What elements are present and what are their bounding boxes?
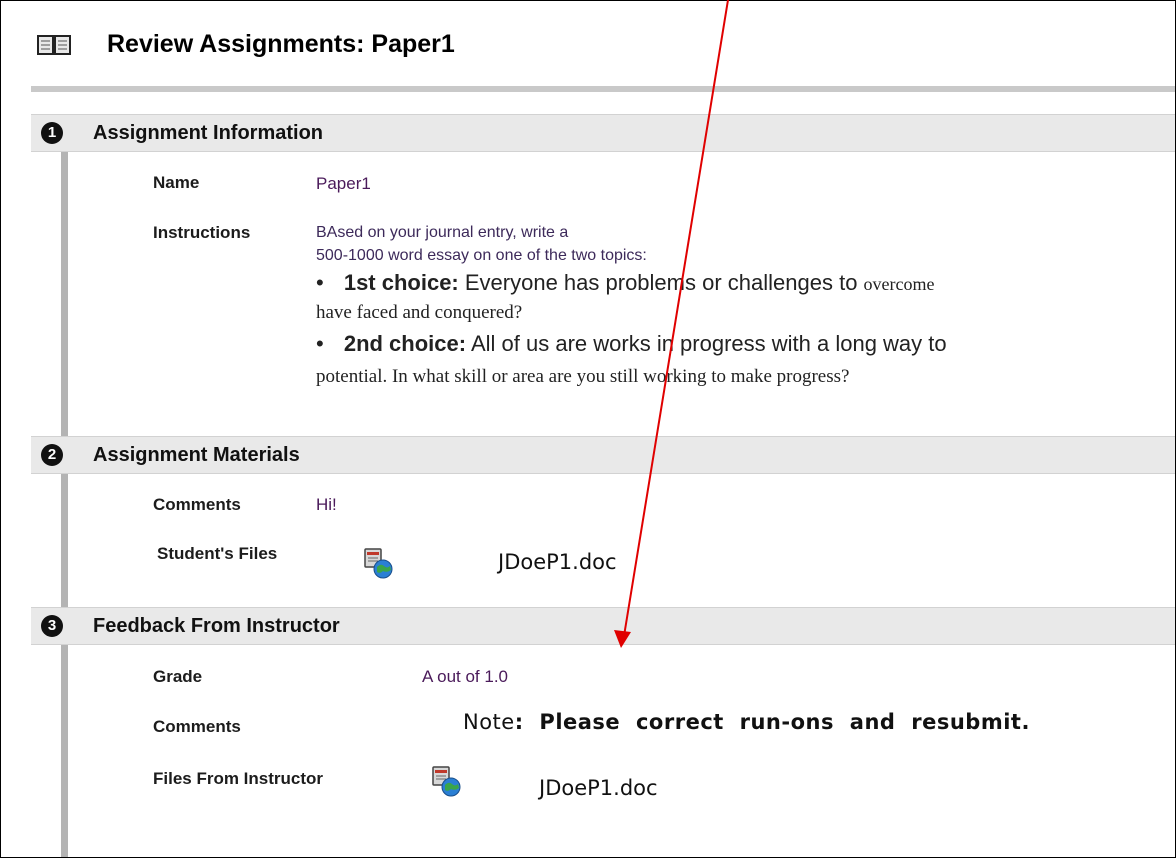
choice-1-title: 1st choice: (343, 270, 459, 295)
section-header-feedback: 3 Feedback From Instructor (31, 607, 1175, 645)
document-globe-icon[interactable] (363, 547, 393, 579)
choice-2-line: • 2nd choice: All of us are works in pro… (316, 331, 947, 357)
document-globe-icon[interactable] (431, 765, 461, 797)
book-icon (37, 35, 71, 55)
step-number-1: 1 (41, 122, 63, 144)
note-prefix: Note (463, 710, 515, 734)
title-divider (31, 86, 1175, 92)
section-header-assignment-information: 1 Assignment Information (31, 114, 1175, 152)
choice-2-line-2: potential. In what skill or area are you… (316, 366, 850, 387)
section-title: Feedback From Instructor (93, 615, 340, 637)
instructor-files-label: Files From Instructor (153, 769, 324, 788)
choice-1-text: Everyone has problems or challenges to (458, 270, 864, 295)
section-title: Assignment Materials (93, 444, 300, 466)
section-title: Assignment Information (93, 122, 324, 144)
step-number-3: 3 (41, 615, 63, 637)
instructions-line-2: 500-1000 word essay on one of the two to… (316, 247, 647, 264)
assignment-name: Paper1 (316, 174, 371, 193)
grade-value: A out of 1.0 (422, 667, 509, 686)
instructions-line-1: BAsed on your journal entry, write a (316, 224, 569, 241)
choice-1-tail: overcome (863, 274, 935, 294)
choice-1-line: • 1st choice: Everyone has problems or c… (316, 270, 935, 296)
page-title: Review Assignments: Paper1 (107, 30, 455, 58)
instructor-file-link[interactable]: JDoeP1.doc (539, 776, 658, 800)
materials-comments-value: Hi! (316, 495, 337, 514)
materials-comments-label: Comments (153, 495, 241, 514)
students-files-label: Student's Files (157, 544, 278, 563)
feedback-note: Note: Please correct run-ons and resubmi… (463, 710, 1030, 734)
note-text: : Please correct run-ons and resubmit. (514, 710, 1030, 734)
choice-1-line-2: have faced and conquered? (316, 302, 523, 323)
grade-label: Grade (153, 667, 203, 686)
choice-2-title: 2nd choice: (343, 331, 467, 356)
bullet: • (316, 331, 324, 356)
section-guide-line (61, 151, 68, 857)
choice-2-text: All of us are works in progress with a l… (466, 331, 947, 356)
student-file-link[interactable]: JDoeP1.doc (498, 550, 617, 574)
name-label: Name (153, 173, 200, 192)
feedback-comments-label: Comments (153, 717, 241, 736)
section-header-assignment-materials: 2 Assignment Materials (31, 436, 1175, 474)
bullet: • (316, 270, 324, 295)
review-assignment-window: Review Assignments: Paper1 1 Assignment … (0, 0, 1176, 858)
instructions-label: Instructions (153, 223, 251, 242)
step-number-2: 2 (41, 444, 63, 466)
